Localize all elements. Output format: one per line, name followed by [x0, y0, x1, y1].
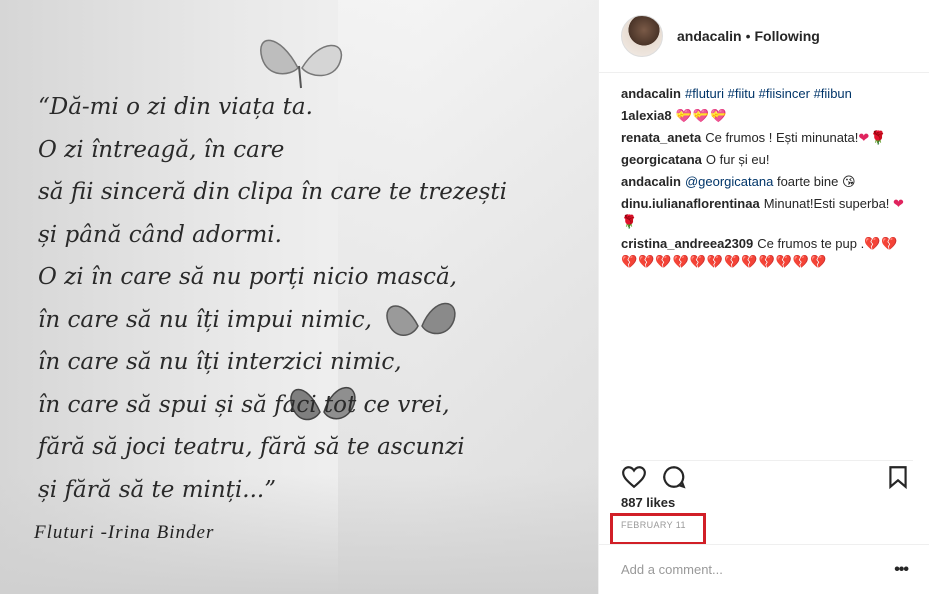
comment-text: Ce frumos ! Ești minunata!: [705, 130, 859, 145]
comment-emoji: 💝💝💝: [675, 108, 728, 123]
comment-emoji: ❤🌹: [858, 130, 888, 145]
comment-item: andacalin @georgicatana foarte bine 😘: [621, 173, 911, 191]
poem-line: să fii sinceră din clipa în care te trez…: [38, 179, 507, 205]
comment-username[interactable]: georgicatana: [621, 152, 702, 167]
following-button[interactable]: Following: [755, 28, 820, 44]
comment-username[interactable]: renata_aneta: [621, 130, 701, 145]
poem-signature: Fluturi -Irina Binder: [34, 522, 215, 543]
post-sidebar: andacalin • Following andacalin #fluturi …: [598, 0, 929, 594]
comment-item: 1alexia8 💝💝💝: [621, 107, 911, 125]
comment-item: renata_aneta Ce frumos ! Ești minunata!❤🌹: [621, 129, 911, 147]
comment-text: Minunat!Esti superba!: [763, 196, 890, 211]
post-header: andacalin • Following: [599, 0, 929, 73]
comment-input[interactable]: [621, 559, 871, 579]
more-options-icon[interactable]: •••: [894, 561, 909, 579]
comment-item: dinu.iulianaflorentinaa Minunat!Esti supe…: [621, 195, 911, 231]
action-bar: [621, 460, 913, 490]
username-link[interactable]: andacalin: [677, 28, 742, 44]
comment-username[interactable]: andacalin: [621, 86, 681, 101]
poem-line: în care să nu îți impui nimic,: [38, 306, 372, 333]
comment-text: foarte bine: [773, 174, 839, 189]
header-text: andacalin • Following: [677, 28, 820, 44]
separator-dot: •: [745, 28, 751, 44]
add-comment-bar: •••: [599, 544, 929, 594]
speech-bubble-icon[interactable]: [661, 464, 687, 490]
poem-line: și până când adormi.: [38, 221, 282, 248]
post-date[interactable]: FEBRUARY 11: [621, 520, 686, 530]
comment-text: O fur și eu!: [705, 152, 770, 167]
poem-text: “Dă-mi o zi din viața ta. O zi întreagă,…: [38, 86, 558, 511]
comment-username[interactable]: andacalin: [621, 174, 681, 189]
poem-line: fără să joci teatru, fără să te ascunzi: [38, 434, 465, 460]
likes-count[interactable]: 887 likes: [621, 495, 675, 510]
poem-line: în care să nu îți interzici nimic,: [38, 349, 402, 375]
comment-emoji: 😘: [842, 174, 856, 189]
poem-line: “Dă-mi o zi din viața ta.: [38, 94, 313, 120]
comment-item: cristina_andreea2309 Ce frumos te pup .💔💔…: [621, 235, 911, 271]
comment-item: andacalin #fluturi #fiitu #fiisincer #fii…: [621, 85, 911, 103]
comment-item: georgicatana O fur și eu!: [621, 151, 911, 169]
bookmark-icon[interactable]: [885, 464, 911, 490]
hashtags[interactable]: #fluturi #fiitu #fiisincer #fiibun: [685, 86, 852, 101]
comment-username[interactable]: dinu.iulianaflorentinaa: [621, 196, 760, 211]
poem-line: O zi în care să nu porți nicio mască,: [38, 264, 457, 290]
mention-link[interactable]: @georgicatana: [685, 174, 773, 189]
heart-icon[interactable]: [621, 464, 647, 490]
poem-line: O zi întreagă, în care: [38, 136, 285, 163]
avatar[interactable]: [621, 15, 663, 57]
comments-list: andacalin #fluturi #fiitu #fiisincer #fii…: [599, 73, 929, 271]
poem-line: în care să spui și să faci tot ce vrei,: [38, 391, 450, 418]
comment-username[interactable]: cristina_andreea2309: [621, 236, 753, 251]
comment-username[interactable]: 1alexia8: [621, 108, 672, 123]
poem-line: și fără să te minți...”: [38, 476, 276, 503]
comment-text: Ce frumos te pup .: [757, 236, 865, 251]
post-image: “Dă-mi o zi din viața ta. O zi întreagă,…: [0, 0, 598, 594]
